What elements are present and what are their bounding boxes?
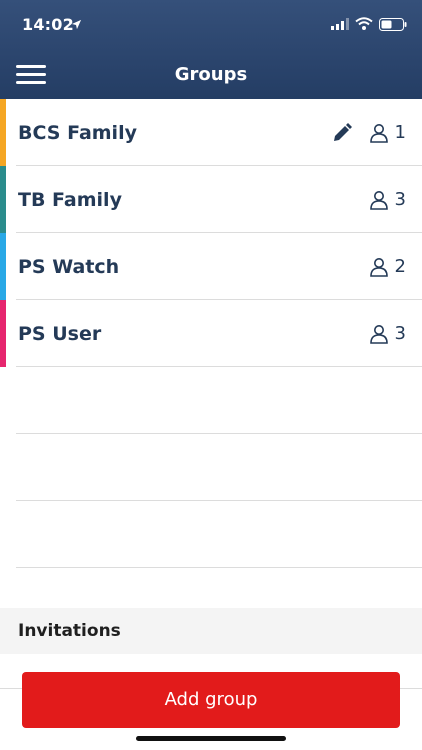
person-icon	[369, 324, 388, 344]
wifi-icon	[355, 17, 373, 30]
add-group-button[interactable]: Add group	[22, 672, 400, 728]
empty-row	[0, 434, 422, 501]
member-count: 3	[369, 189, 406, 210]
group-name: PS User	[18, 322, 102, 345]
group-name: TB Family	[18, 188, 122, 211]
group-color-bar	[0, 99, 6, 166]
group-name: PS Watch	[18, 255, 120, 278]
empty-row	[0, 501, 422, 568]
signal-icon	[331, 18, 349, 30]
empty-row	[0, 367, 422, 434]
group-name: BCS Family	[18, 121, 137, 144]
member-count: 2	[369, 256, 406, 277]
page-title: Groups	[174, 64, 248, 85]
person-icon	[369, 190, 388, 210]
member-count: 3	[369, 323, 406, 344]
group-row-bcs-family[interactable]: BCS Family 1	[0, 99, 422, 166]
person-icon	[369, 257, 388, 277]
invitations-section: Invitations	[0, 608, 422, 654]
group-row-tb-family[interactable]: TB Family 3	[0, 166, 422, 233]
location-arrow-icon	[71, 19, 82, 30]
group-row-ps-user[interactable]: PS User 3	[0, 300, 422, 367]
app-header: 14:02 Groups	[0, 0, 422, 99]
status-time: 14:02	[22, 15, 74, 34]
home-indicator[interactable]	[136, 736, 286, 741]
pencil-icon[interactable]	[332, 123, 352, 143]
invitations-label: Invitations	[18, 621, 121, 641]
group-color-bar	[0, 300, 6, 367]
groups-list: BCS Family 1 TB Family 3 PS Watch 2 PS U…	[0, 99, 422, 568]
person-icon	[369, 123, 388, 143]
member-count: 1	[369, 122, 406, 143]
battery-icon	[379, 18, 407, 31]
group-color-bar	[0, 233, 6, 300]
group-color-bar	[0, 166, 6, 233]
group-row-ps-watch[interactable]: PS Watch 2	[0, 233, 422, 300]
